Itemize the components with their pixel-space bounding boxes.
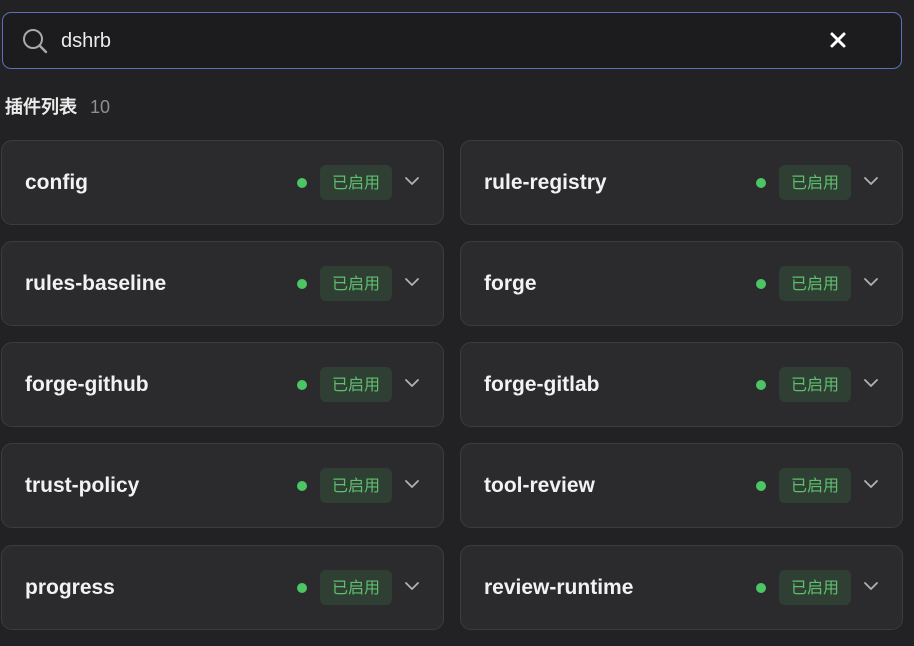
plugin-card[interactable]: progress 已启用	[1, 545, 444, 630]
plugin-name: progress	[25, 576, 115, 599]
plugin-name: config	[25, 171, 88, 194]
chevron-down-icon[interactable]	[402, 474, 422, 494]
status-dot	[756, 178, 766, 188]
chevron-down-icon[interactable]	[861, 474, 881, 494]
close-icon[interactable]	[826, 28, 850, 52]
chevron-down-icon[interactable]	[861, 272, 881, 292]
chevron-down-icon[interactable]	[861, 171, 881, 191]
chevron-down-icon[interactable]	[402, 373, 422, 393]
plugin-name: forge-github	[25, 373, 149, 396]
search-icon	[23, 29, 48, 54]
status-badge: 已启用	[779, 367, 851, 402]
search-bar[interactable]	[2, 12, 902, 69]
status-badge: 已启用	[779, 266, 851, 301]
chevron-down-icon[interactable]	[861, 576, 881, 596]
plugin-card[interactable]: config 已启用	[1, 140, 444, 225]
status-badge: 已启用	[320, 468, 392, 503]
plugin-name: rules-baseline	[25, 272, 167, 295]
status-dot	[297, 279, 307, 289]
status-badge: 已启用	[320, 367, 392, 402]
plugin-name: rule-registry	[484, 171, 607, 194]
plugin-card[interactable]: forge-github 已启用	[1, 342, 444, 427]
plugin-name: review-runtime	[484, 576, 634, 599]
search-input[interactable]	[61, 23, 781, 59]
plugin-name: forge-gitlab	[484, 373, 600, 396]
chevron-down-icon[interactable]	[861, 373, 881, 393]
status-badge: 已启用	[779, 165, 851, 200]
status-dot	[297, 481, 307, 491]
chevron-down-icon[interactable]	[402, 576, 422, 596]
plugin-panel: 插件列表 10 config 已启用 rule-registry 已启用 rul…	[0, 0, 914, 646]
plugin-name: trust-policy	[25, 474, 140, 497]
plugin-card[interactable]: tool-review 已启用	[460, 443, 903, 528]
status-badge: 已启用	[320, 266, 392, 301]
plugin-card[interactable]: forge-gitlab 已启用	[460, 342, 903, 427]
plugin-card[interactable]: trust-policy 已启用	[1, 443, 444, 528]
plugin-card[interactable]: rules-baseline 已启用	[1, 241, 444, 326]
status-dot	[297, 178, 307, 188]
status-dot	[297, 380, 307, 390]
plugin-count: 10	[90, 97, 111, 117]
plugin-card[interactable]: forge 已启用	[460, 241, 903, 326]
status-dot	[756, 380, 766, 390]
plugin-card[interactable]: review-runtime 已启用	[460, 545, 903, 630]
plugin-name: tool-review	[484, 474, 595, 497]
chevron-down-icon[interactable]	[402, 272, 422, 292]
status-badge: 已启用	[779, 468, 851, 503]
plugin-card[interactable]: rule-registry 已启用	[460, 140, 903, 225]
status-dot	[756, 481, 766, 491]
status-badge: 已启用	[779, 570, 851, 605]
plugin-name: forge	[484, 272, 537, 295]
status-dot	[756, 583, 766, 593]
section-header: 插件列表 10	[5, 93, 110, 119]
status-dot	[297, 583, 307, 593]
section-title: 插件列表	[5, 97, 77, 118]
status-badge: 已启用	[320, 165, 392, 200]
status-dot	[756, 279, 766, 289]
status-badge: 已启用	[320, 570, 392, 605]
chevron-down-icon[interactable]	[402, 171, 422, 191]
